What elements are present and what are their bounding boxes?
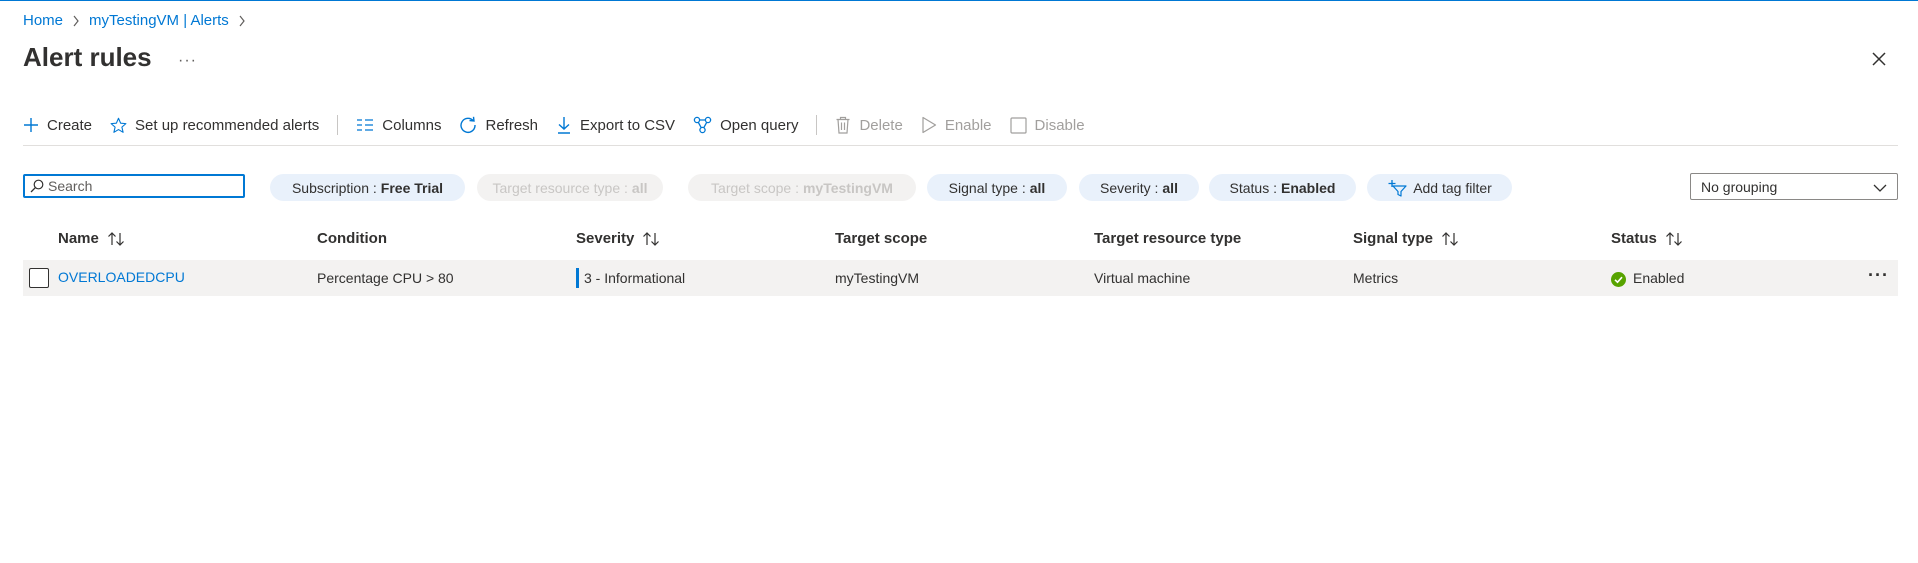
filter-status[interactable]: Status : Enabled [1209,174,1356,201]
delete-button[interactable]: Delete [835,116,903,134]
search-input[interactable] [48,178,228,194]
filter-label: Subscription : [291,179,377,196]
filter-value: all [1162,179,1178,196]
filter-value: Enabled [1281,179,1336,196]
disable-label: Disable [1034,116,1085,134]
page-title: Alert rules [23,42,152,72]
sort-icon[interactable] [642,231,660,246]
filter-value: all [1029,179,1046,196]
open-query-label: Open query [720,116,799,134]
filter-target-scope[interactable]: Target scope : myTestingVM [688,174,916,201]
star-icon [110,117,127,134]
add-tag-filter-label: Add tag filter [1413,179,1492,196]
toolbar-divider-line [23,145,1898,146]
command-bar: Create Set up recommended alerts Columns… [23,113,1103,137]
status-cell: Enabled [1633,270,1685,286]
export-csv-label: Export to CSV [580,116,676,134]
target-scope-cell: myTestingVM [835,270,920,286]
create-label: Create [47,116,93,134]
breadcrumb: Home myTestingVM | Alerts [23,12,255,29]
play-icon [921,116,937,134]
top-accent-line [0,0,1918,1]
add-filter-icon [1387,179,1407,197]
filter-value: Free Trial [380,179,444,196]
target-resource-type-cell: Virtual machine [1094,270,1191,286]
severity-indicator [576,268,579,288]
enable-label: Enable [944,116,992,134]
filter-label: Status : [1229,179,1277,196]
stop-square-icon [1009,116,1027,134]
filter-label: Target scope : [711,179,799,196]
filter-label: Severity : [1100,179,1159,196]
grouping-value: No grouping [1701,178,1778,195]
plus-icon [23,117,39,133]
filter-target-resource-type[interactable]: Target resource type : all [477,174,663,201]
rule-name-link[interactable]: OVERLOADEDCPU [58,269,185,285]
column-header-signal-type[interactable]: Signal type [1353,230,1459,247]
filter-value: myTestingVM [802,179,893,196]
export-csv-button[interactable]: Export to CSV [556,116,675,134]
row-more-options-button[interactable]: ··· [1868,265,1889,286]
chevron-down-icon [1873,179,1887,195]
close-button[interactable] [1870,50,1888,68]
filter-label: Target resource type : [492,179,628,196]
close-icon [1872,52,1886,66]
column-header-target-scope: Target scope [835,230,928,247]
toolbar-divider [816,115,818,135]
sort-icon[interactable] [1665,231,1683,246]
signal-type-cell: Metrics [1353,270,1399,286]
check-circle-icon [1611,272,1626,287]
toolbar-divider [337,115,339,135]
delete-label: Delete [859,116,903,134]
sort-icon[interactable] [1441,231,1459,246]
sort-icon[interactable] [107,231,125,246]
add-tag-filter-button[interactable]: Add tag filter [1367,174,1512,201]
column-header-target-resource-type: Target resource type [1094,230,1242,247]
filter-severity[interactable]: Severity : all [1079,174,1199,201]
filter-label: Signal type : [948,179,1026,196]
filter-subscription[interactable]: Subscription : Free Trial [270,174,465,201]
chevron-right-icon [72,15,80,27]
breadcrumb-vm-alerts[interactable]: myTestingVM | Alerts [89,12,229,29]
columns-button[interactable]: Columns [356,117,441,134]
recommended-alerts-button[interactable]: Set up recommended alerts [110,117,319,134]
column-header-status[interactable]: Status [1611,230,1683,247]
enable-button[interactable]: Enable [921,116,992,134]
chevron-right-icon [238,15,246,27]
recommended-alerts-label: Set up recommended alerts [135,116,320,134]
condition-cell: Percentage CPU > 80 [317,270,454,286]
refresh-icon [459,116,477,134]
refresh-label: Refresh [485,116,539,134]
disable-button[interactable]: Disable [1009,116,1085,134]
column-header-condition: Condition [317,230,387,247]
trash-icon [835,116,851,134]
filter-value: all [631,179,648,196]
column-header-severity[interactable]: Severity [576,230,660,247]
column-header-name[interactable]: Name [58,230,125,247]
create-button[interactable]: Create [23,117,92,134]
download-icon [556,116,572,134]
grouping-dropdown[interactable]: No grouping [1690,173,1898,200]
query-icon [693,116,712,134]
row-select-checkbox[interactable] [29,268,49,288]
open-query-button[interactable]: Open query [693,116,798,134]
search-icon [30,179,44,193]
columns-label: Columns [382,116,442,134]
rule-name-cell: OVERLOADEDCPU [58,269,185,285]
more-options-button[interactable]: ··· [178,52,197,70]
refresh-button[interactable]: Refresh [459,116,538,134]
search-box [23,174,245,198]
severity-cell: 3 - Informational [584,270,686,286]
breadcrumb-home[interactable]: Home [23,12,63,29]
filter-signal-type[interactable]: Signal type : all [927,174,1067,201]
columns-icon [356,118,374,132]
